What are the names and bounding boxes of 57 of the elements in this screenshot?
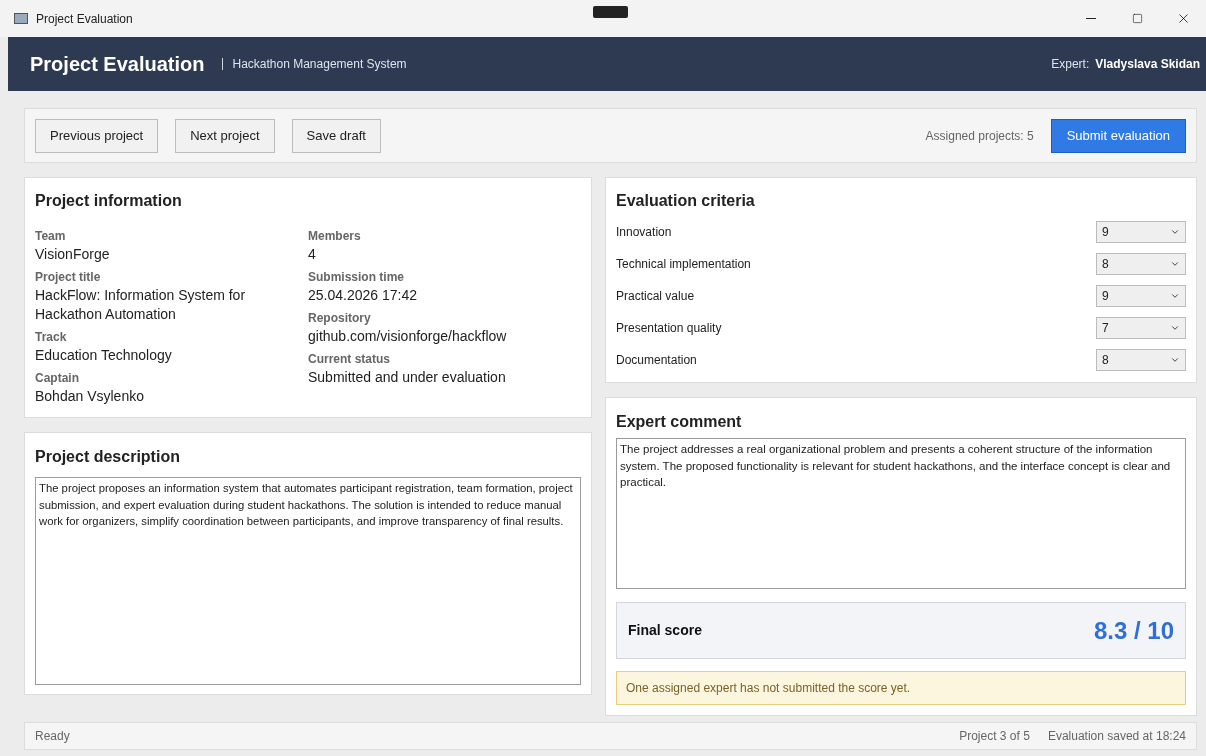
score-dropdown[interactable]: 7 <box>1096 317 1186 339</box>
assigned-count: Assigned projects: 5 <box>925 127 1034 145</box>
field-label: Members <box>308 228 362 245</box>
criterion-label: Presentation quality <box>616 320 722 337</box>
field-label: Project title <box>35 269 102 286</box>
field-value: Education Technology <box>35 346 173 365</box>
page-subtitle: Hackathon Management System <box>232 56 407 73</box>
field-value: Bohdan Vsylenko <box>35 387 145 406</box>
status-text: Project 3 of 5 <box>959 728 1030 745</box>
status-text: Evaluation saved at 18:24 <box>1047 728 1186 745</box>
field-value: 4 <box>308 245 317 264</box>
field-label: Team <box>35 228 67 245</box>
page-title: Project Evaluation <box>30 52 205 77</box>
field-label: Repository <box>308 310 372 327</box>
criterion-label: Technical implementation <box>616 256 751 273</box>
field-label: Submission time <box>308 269 406 286</box>
drag-handle-icon <box>593 6 628 18</box>
chevron-down-icon <box>1170 227 1180 237</box>
score-dropdown[interactable]: 9 <box>1096 221 1186 243</box>
window-title: Project Evaluation <box>36 10 133 28</box>
chevron-down-icon <box>1170 259 1180 269</box>
score-dropdown[interactable]: 8 <box>1096 349 1186 371</box>
comment-field[interactable]: The project addresses a real organizational problem and presents a coherent structure of the information system. The proposed functionality is relevant for student hackathons, and the interface concept is clear and practical. <box>616 438 1186 589</box>
card-title: Expert comment <box>616 412 743 432</box>
field-value: 25.04.2026 17:42 <box>308 286 418 305</box>
field-label: Captain <box>35 370 80 387</box>
field-label: Track <box>35 329 68 346</box>
expert-label: Expert: <box>1051 56 1090 73</box>
chevron-down-icon <box>1170 355 1180 365</box>
field-value: Submitted and under evaluation <box>308 368 507 387</box>
card-title: Project information <box>35 191 183 211</box>
card-title: Project description <box>35 447 181 467</box>
final-score-label: Final score <box>628 621 702 640</box>
warning-message: One assigned expert has not submitted the score yet. <box>616 671 1186 705</box>
app-icon <box>14 13 28 24</box>
field-value: HackFlow: Information System for Hackathon Automation <box>35 286 247 324</box>
description-field[interactable]: The project proposes an information system that automates participant registration, team formation, project submission, and expert evaluation during student hackathons. The solution is intended to reduce manual work for organizers, simplify coordination between participants, and improve transparency of final results. <box>35 477 581 685</box>
chevron-down-icon <box>1170 323 1180 333</box>
toolbar-button[interactable]: Next project <box>175 118 275 153</box>
expert-name: Vladyslava Skidan <box>1095 56 1200 73</box>
field-value: github.com/visionforge/hackflow <box>308 327 508 346</box>
card-title: Evaluation criteria <box>616 191 756 211</box>
criterion-label: Documentation <box>616 352 697 369</box>
score-dropdown[interactable]: 8 <box>1096 253 1186 275</box>
score-dropdown[interactable]: 9 <box>1096 285 1186 307</box>
maximize-icon <box>1131 13 1143 24</box>
chevron-down-icon <box>1170 291 1180 301</box>
field-value: VisionForge <box>35 245 111 264</box>
criterion-label: Practical value <box>616 288 695 305</box>
toolbar-button[interactable]: Save draft <box>291 118 381 153</box>
status-text: Ready <box>35 728 70 745</box>
minimize-icon <box>1086 18 1096 19</box>
submit-button[interactable]: Submit evaluation <box>1050 118 1186 153</box>
criterion-label: Innovation <box>616 224 672 241</box>
final-score-value: 8.3 / 10 <box>1093 615 1174 646</box>
field-label: Current status <box>308 351 391 368</box>
toolbar-button[interactable]: Previous project <box>35 118 159 153</box>
